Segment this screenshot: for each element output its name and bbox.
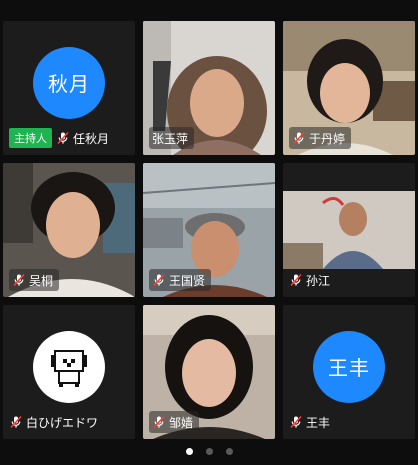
participant-tile-yudanting[interactable]: 于丹婷 <box>283 21 415 155</box>
participant-tile-sunjiang[interactable]: 孙江 <box>283 163 415 297</box>
participant-label: 吴桐 <box>9 269 60 291</box>
participant-tile-shirohige[interactable]: 白ひげエドワ <box>3 305 135 439</box>
page-dot-2[interactable] <box>205 448 213 455</box>
muted-mic-icon <box>12 273 26 287</box>
host-badge: 主持人 <box>9 128 52 148</box>
page-dot-3[interactable] <box>225 448 233 455</box>
participant-label: 于丹婷 <box>289 127 352 149</box>
participant-tile-wutong[interactable]: 吴桐 <box>3 163 135 297</box>
participant-label: 王丰 <box>289 411 336 433</box>
participant-name: 任秋月 <box>73 131 110 146</box>
avatar: 王丰 <box>313 330 385 403</box>
page-indicator[interactable] <box>0 448 418 455</box>
participant-tile-qiuyue[interactable]: 秋月 主持人 任秋月 <box>3 21 135 155</box>
participant-name: 王丰 <box>306 415 331 430</box>
participant-tile-zouyuan[interactable]: 邹嫱 <box>143 305 275 439</box>
muted-mic-icon <box>292 131 306 145</box>
page-dot-1[interactable] <box>185 448 193 455</box>
video-grid: 秋月 主持人 任秋月 张玉萍 于丹婷 吴桐 王国贤 孙江 白ひげエドワ 邹嫱 王… <box>3 21 415 439</box>
participant-label: 白ひげエドワ <box>9 411 104 433</box>
participant-label: 主持人 任秋月 <box>9 127 115 149</box>
muted-mic-icon <box>9 415 23 429</box>
participant-name: 白ひげエドワ <box>26 415 99 430</box>
participant-name: 邹嫱 <box>169 415 194 430</box>
muted-mic-icon <box>152 415 166 429</box>
participant-tile-zhangyuping[interactable]: 张玉萍 <box>143 21 275 155</box>
participant-label: 张玉萍 <box>149 127 195 149</box>
participant-tile-wangguoxian[interactable]: 王国贤 <box>143 163 275 297</box>
participant-name: 于丹婷 <box>309 131 346 146</box>
participant-label: 王国贤 <box>149 269 212 291</box>
participant-name: 王国贤 <box>169 273 206 288</box>
participant-name: 孙江 <box>306 273 331 288</box>
participant-label: 邹嫱 <box>149 411 200 433</box>
participant-label: 孙江 <box>289 269 336 291</box>
avatar <box>33 330 105 403</box>
muted-mic-icon <box>56 131 70 145</box>
muted-mic-icon <box>289 415 303 429</box>
participant-name: 张玉萍 <box>152 131 189 146</box>
avatar: 秋月 <box>33 46 105 119</box>
participant-name: 吴桐 <box>29 273 54 288</box>
participant-tile-wangfeng[interactable]: 王丰 王丰 <box>283 305 415 439</box>
dog-icon <box>51 349 87 387</box>
muted-mic-icon <box>289 273 303 287</box>
muted-mic-icon <box>152 273 166 287</box>
